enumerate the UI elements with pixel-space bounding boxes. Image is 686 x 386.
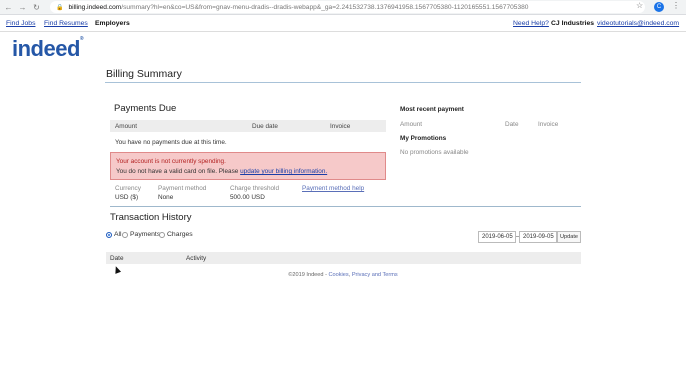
need-help-link[interactable]: Need Help? [513,20,549,27]
alert-title: Your account is not currently spending. [116,158,226,165]
payment-method-help-link[interactable]: Payment method help [302,185,364,192]
charge-threshold-label: Charge threshold [230,185,280,192]
column-amount: Amount [115,123,138,130]
currency-label: Currency [115,185,141,192]
payments-due-heading: Payments Due [114,103,177,114]
reload-icon[interactable]: ↻ [30,1,43,14]
footer: ©2019 Indeed - Cookies, Privacy and Term… [0,272,686,278]
filter-payments-label: Payments [130,231,161,238]
recent-payment-heading: Most recent payment [400,106,464,113]
update-billing-link[interactable]: update your billing information. [240,168,327,175]
browser-menu-icon[interactable]: ⋮ [672,1,680,10]
transaction-history-heading: Transaction History [110,212,192,223]
find-jobs-link[interactable]: Find Jobs [6,20,35,27]
filter-payments-radio[interactable]: Payments [122,231,160,238]
date-from-input[interactable]: 2019-06-05 [478,231,516,243]
alert-body-text: You do not have a valid card on file. Pl… [116,168,241,175]
forward-arrow-icon[interactable]: → [16,1,29,14]
find-resumes-link[interactable]: Find Resumes [44,20,88,27]
account-email-link[interactable]: videotutorials@indeed.com [597,20,679,27]
radio-icon[interactable] [122,231,128,238]
page-title: Billing Summary [106,68,182,80]
alert-body: You do not have a valid card on file. Pl… [116,168,327,175]
column-due-date: Due date [252,123,278,130]
recent-column-amount: Amount [400,121,423,128]
recent-column-invoice: Invoice [538,121,559,128]
logo-wordmark: indeed [12,36,80,61]
column-activity: Activity [186,255,207,262]
no-payments-text: You have no payments due at this time. [115,139,227,146]
radio-selected-icon[interactable] [106,231,112,238]
update-button[interactable]: Update [557,231,581,243]
recent-column-date: Date [505,121,519,128]
url-path: /summary?hl=en&co=US&from=gnav-menu-drad… [121,3,529,11]
payments-due-table-header: Amount Due date Invoice [110,120,386,132]
section-divider [110,206,581,207]
site-header: Find Jobs Find Resumes Employers Need He… [0,16,686,32]
filter-all-label: All [114,231,122,238]
privacy-terms-link[interactable]: Privacy and Terms [352,272,398,278]
lock-icon: 🔒 [56,4,64,11]
charge-threshold-value: 500.00 USD [230,194,265,201]
profile-avatar[interactable]: C [654,2,664,12]
no-promotions-text: No promotions available [400,149,469,156]
currency-value: USD ($) [115,194,139,201]
payment-method-value: None [158,194,174,201]
address-bar[interactable]: 🔒 billing.indeed.com/summary?hl=en&co=US… [50,1,645,13]
filter-all-radio[interactable]: All [106,231,122,238]
company-name[interactable]: CJ Industries [551,20,594,27]
filter-charges-radio[interactable]: Charges [159,231,193,238]
footer-copyright: ©2019 Indeed - [288,272,329,278]
spending-alert: Your account is not currently spending. … [110,152,386,180]
browser-toolbar: ← → ↻ 🔒 billing.indeed.com/summary?hl=en… [0,0,686,15]
filter-charges-label: Charges [167,231,193,238]
logo-registered-mark: ® [79,36,84,42]
promotions-heading: My Promotions [400,135,447,142]
column-date: Date [110,255,124,262]
cookies-link[interactable]: Cookies [328,272,348,278]
transaction-table-header: Date Activity [106,252,581,264]
employers-nav[interactable]: Employers [95,20,130,27]
payment-method-label: Payment method [158,185,207,192]
url-host: billing.indeed.com [68,3,122,11]
column-invoice: Invoice [330,123,351,130]
bookmark-star-icon[interactable]: ☆ [636,1,643,10]
radio-icon[interactable] [159,231,165,238]
back-arrow-icon[interactable]: ← [2,1,15,14]
date-to-input[interactable]: 2019-09-05 [519,231,557,243]
indeed-logo[interactable]: indeed® [12,36,84,62]
title-divider [105,82,581,83]
